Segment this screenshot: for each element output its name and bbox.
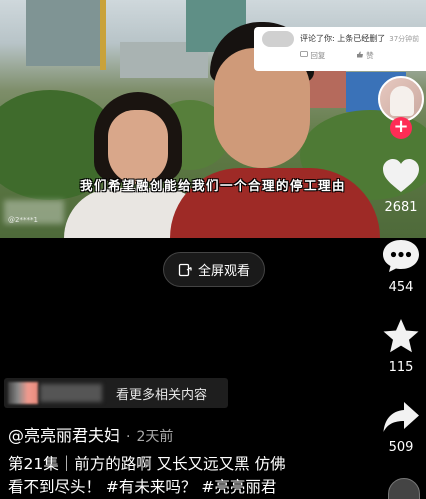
heart-icon [383,159,419,192]
comment-count: 454 [388,280,414,295]
caption-line: 第21集｜前方的路啊 又长又远又黑 仿佛 [8,455,286,473]
favorite-button[interactable]: 115 [376,318,426,375]
music-disc-avatar[interactable] [388,478,420,499]
related-blurred-text [40,384,102,402]
favorite-count: 115 [388,360,414,375]
post-caption[interactable]: 第21集｜前方的路啊 又长又远又黑 仿佛 看不到尽头！ #有未来吗？ #亮亮丽君 [8,453,360,499]
author-line: @亮亮丽君夫妇 · 2天前 [8,422,173,446]
separator-dot: · [126,429,131,445]
star-icon [383,319,419,353]
fullscreen-icon [178,263,192,276]
like-count: 2681 [384,200,418,215]
action-sidebar: + 2681 454 115 509 [376,0,426,499]
share-arrow-icon [383,402,419,432]
caption-line: 看不到尽头！ #有未来吗？ #亮亮丽君 [8,478,277,496]
video-subtitle: 我们希望融创能给我们一个合理的停工理由 [79,178,346,193]
video-player[interactable]: 我们希望融创能给我们一个合理的停工理由 @2****1 评论了你: 上条已经删了… [0,0,426,238]
related-thumbnail [8,382,38,404]
reply-icon [300,51,308,57]
like-button[interactable]: 2681 [376,158,426,215]
author-name[interactable]: @亮亮丽君夫妇 [8,426,120,445]
share-count: 509 [388,440,414,455]
reply-button[interactable]: 回复 [300,51,342,60]
comment-icon [383,240,419,272]
background-building [26,0,100,66]
thumbs-up-icon [356,51,363,58]
share-button[interactable]: 509 [376,400,426,455]
post-time: 2天前 [136,429,174,445]
related-label: 看更多相关内容 [116,388,208,403]
follow-button[interactable]: + [390,117,412,139]
related-content-link[interactable]: 看更多相关内容 [4,378,228,408]
construction-crane [100,0,106,70]
video-watermark-text: @2****1 [8,216,38,224]
fullscreen-button[interactable]: 全屏观看 [163,252,265,287]
comment-button[interactable]: 454 [376,238,426,295]
commenter-avatar[interactable] [262,31,294,47]
fullscreen-label: 全屏观看 [197,264,250,279]
